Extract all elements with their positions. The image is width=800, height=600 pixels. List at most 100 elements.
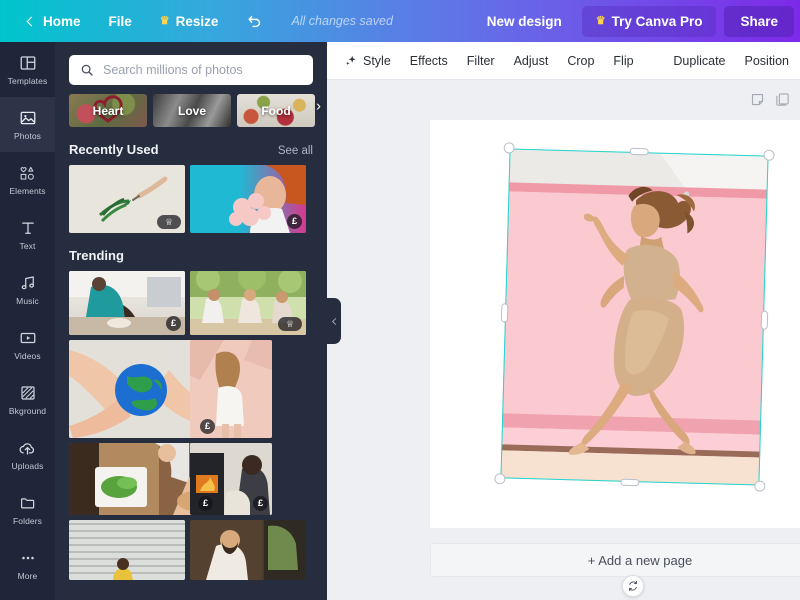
sidebar-item-uploads[interactable]: Uploads xyxy=(0,427,55,482)
save-status-text: All changes saved xyxy=(291,14,393,28)
editor-toolbar: Style Effects Filter Adjust Crop Flip Du… xyxy=(327,42,800,80)
search-box[interactable] xyxy=(69,55,313,85)
list-item[interactable] xyxy=(190,520,306,580)
filter-button[interactable]: Filter xyxy=(458,48,504,74)
new-design-label: New design xyxy=(486,13,562,29)
file-label: File xyxy=(108,13,132,29)
resize-handle-right[interactable] xyxy=(760,310,769,330)
chip-label: Love xyxy=(177,103,206,118)
price-badge: £ xyxy=(198,496,213,511)
crop-button[interactable]: Crop xyxy=(558,48,603,74)
list-item[interactable]: £ xyxy=(190,165,306,233)
trending-header: Trending xyxy=(55,233,327,271)
chip-food[interactable]: Food xyxy=(237,94,315,127)
try-canva-pro-button[interactable]: ♛ Try Canva Pro xyxy=(581,5,717,37)
more-icon xyxy=(19,549,37,568)
woman-running-pink-backdrop-photo xyxy=(500,148,769,486)
search-container xyxy=(55,42,327,85)
flip-button[interactable]: Flip xyxy=(604,48,642,74)
home-button[interactable]: Home xyxy=(14,8,95,35)
see-all-link[interactable]: See all xyxy=(278,145,313,157)
effects-label: Effects xyxy=(409,53,448,68)
sidebar-label: Photos xyxy=(13,130,42,141)
style-label: Style xyxy=(363,53,391,68)
recently-used-grid: ♕ £ xyxy=(55,165,327,233)
add-new-page-button[interactable]: + Add a new page xyxy=(430,543,800,577)
list-item[interactable]: £ xyxy=(69,271,185,335)
resize-label: Resize xyxy=(175,13,219,29)
sidebar-item-folders[interactable]: Folders xyxy=(0,482,55,537)
top-bar-left-group: Home File ♛ Resize All changes saved xyxy=(0,7,393,36)
design-canvas[interactable]: + Add a new page xyxy=(327,80,800,600)
effects-button[interactable]: Effects xyxy=(401,48,457,74)
chip-heart[interactable]: Heart xyxy=(69,94,147,127)
elements-icon xyxy=(18,164,37,183)
sidebar-label: Videos xyxy=(14,350,41,361)
flip-label: Flip xyxy=(613,53,634,68)
chevron-left-icon xyxy=(331,317,339,325)
list-item[interactable] xyxy=(69,520,185,580)
resize-handle-left[interactable] xyxy=(500,303,509,323)
pro-crown-badge: ♕ xyxy=(278,317,302,331)
shopkeeper-photo xyxy=(190,520,306,580)
undo-button[interactable] xyxy=(232,7,277,36)
chevron-right-icon[interactable]: › xyxy=(316,98,321,115)
collapse-panel-button[interactable] xyxy=(327,298,341,344)
rotate-handle[interactable] xyxy=(622,575,644,597)
style-button[interactable]: Style xyxy=(335,48,400,74)
filter-label: Filter xyxy=(466,53,495,68)
add-page-label: + Add a new page xyxy=(587,552,693,568)
sidebar-label: Elements xyxy=(9,185,46,196)
sidebar-label: More xyxy=(17,570,38,581)
selected-image[interactable] xyxy=(494,142,775,492)
top-bar-right-group: New design ♛ Try Canva Pro Share xyxy=(475,5,800,37)
blinds-child-photo xyxy=(69,520,185,580)
music-icon xyxy=(19,274,37,293)
crop-label: Crop xyxy=(567,53,595,68)
sidebar-item-music[interactable]: Music xyxy=(0,262,55,317)
videos-icon xyxy=(19,329,37,348)
try-pro-label: Try Canva Pro xyxy=(611,13,703,29)
list-item[interactable]: ♕ xyxy=(190,271,306,335)
resize-handle-top[interactable] xyxy=(629,147,649,156)
duplicate-page-icon[interactable] xyxy=(775,92,790,112)
sidebar-item-templates[interactable]: Templates xyxy=(0,42,55,97)
undo-icon xyxy=(248,15,261,27)
note-icon[interactable] xyxy=(750,92,765,112)
new-design-button[interactable]: New design xyxy=(475,7,574,36)
file-menu-button[interactable]: File xyxy=(95,8,146,35)
sidebar-label: Music xyxy=(16,295,39,306)
search-input[interactable] xyxy=(103,63,302,77)
masonry-column-left: £ £ £ xyxy=(69,271,219,580)
sidebar-item-photos[interactable]: Photos xyxy=(0,97,55,152)
list-item[interactable]: ♕ xyxy=(69,165,185,233)
sidebar-item-text[interactable]: Text xyxy=(0,207,55,262)
sidebar-item-videos[interactable]: Videos xyxy=(0,317,55,372)
duplicate-label: Duplicate xyxy=(673,53,726,68)
price-badge: £ xyxy=(253,496,268,511)
duplicate-button[interactable]: Duplicate xyxy=(664,48,734,74)
sidebar-item-background[interactable]: Bkground xyxy=(0,372,55,427)
adjust-button[interactable]: Adjust xyxy=(505,48,558,74)
left-sidebar: Templates Photos Elements Text Music Vid… xyxy=(0,42,55,600)
crown-icon: ♛ xyxy=(595,14,606,27)
resize-handle-bottom[interactable] xyxy=(620,478,640,487)
sidebar-item-more[interactable]: More xyxy=(0,537,55,592)
home-label: Home xyxy=(43,13,81,29)
category-chips-row: Heart Love Food › xyxy=(55,85,327,127)
price-badge: £ xyxy=(287,214,302,229)
sparkle-icon xyxy=(346,55,356,65)
position-button[interactable]: Position xyxy=(736,48,798,74)
chevron-left-icon xyxy=(26,16,37,26)
photos-panel: Heart Love Food › Recently Used See all xyxy=(55,42,327,600)
chip-love[interactable]: Love xyxy=(153,94,231,127)
share-button[interactable]: Share xyxy=(724,5,794,37)
photos-icon xyxy=(19,109,37,128)
chip-label: Food xyxy=(261,103,291,118)
add-page-container: + Add a new page xyxy=(430,543,800,577)
templates-icon xyxy=(19,54,37,73)
text-icon xyxy=(19,219,37,238)
resize-button[interactable]: ♛ Resize xyxy=(146,8,233,35)
editor-toolbar-left-group: Style Effects Filter Adjust Crop Flip xyxy=(327,48,643,74)
sidebar-item-elements[interactable]: Elements xyxy=(0,152,55,207)
